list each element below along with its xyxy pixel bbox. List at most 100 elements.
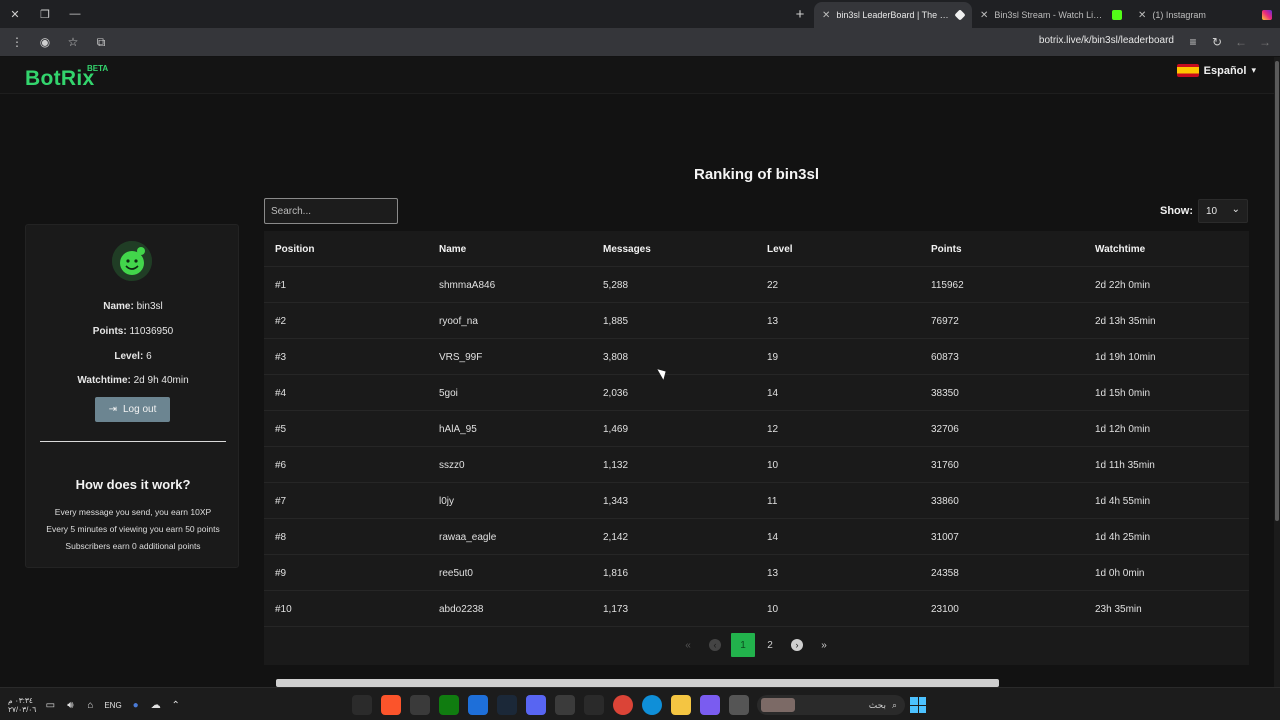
table-cell: #2	[275, 316, 287, 327]
language-label: Español	[1203, 64, 1247, 77]
table-cell: 22	[767, 280, 779, 291]
column-header[interactable]: Name	[439, 244, 466, 255]
bookmark-star-icon[interactable]: ☆	[64, 33, 82, 51]
table-cell: 19	[767, 352, 779, 363]
tab-title: bin3sl LeaderBoard | The best C	[836, 10, 950, 20]
site-header: BotRix BETA Español ▾	[0, 57, 1274, 94]
tab-close-icon[interactable]: ✕	[822, 10, 830, 21]
leaderboard-table: Position Name Messages Level Points Watc…	[264, 231, 1249, 665]
table-cell: 10	[767, 604, 779, 615]
show-count-select[interactable]: 10 ⌄	[1198, 199, 1248, 223]
file-explorer-icon[interactable]	[671, 695, 691, 715]
page-scrollbar[interactable]	[1274, 57, 1280, 687]
table-cell: 1d 0h 0min	[1095, 568, 1145, 579]
table-cell: 1d 19h 10min	[1095, 352, 1156, 363]
botrix-favicon-icon	[954, 9, 966, 21]
restore-window-icon[interactable]: ❐	[30, 0, 60, 28]
app-installer-icon[interactable]	[468, 695, 488, 715]
table-cell: #6	[275, 460, 287, 471]
store-icon[interactable]	[555, 695, 575, 715]
table-cell: ree5ut0	[439, 568, 473, 579]
epic-games-icon[interactable]	[584, 695, 604, 715]
scrollbar-thumb[interactable]	[1275, 61, 1279, 521]
taskbar-search[interactable]: بحث ⌕	[757, 695, 905, 715]
cloud-icon[interactable]: ☁	[150, 699, 162, 711]
new-tab-button[interactable]: +	[786, 0, 814, 28]
table-cell: 23h 35min	[1095, 604, 1142, 615]
steelseries-icon[interactable]	[352, 695, 372, 715]
ranking-title: Ranking of bin3sl	[693, 166, 819, 183]
language-selector[interactable]: Español ▾	[1176, 64, 1256, 77]
botrix-logo[interactable]: BotRix	[25, 67, 94, 91]
search-input[interactable]	[264, 198, 398, 224]
back-icon[interactable]: →	[1256, 33, 1274, 51]
site-settings-icon[interactable]: ≡	[1184, 33, 1202, 51]
volume-icon[interactable]: 🔊︎	[64, 699, 76, 711]
brave-browser-icon[interactable]	[381, 695, 401, 715]
tab-botrix-leaderboard[interactable]: ✕ bin3sl LeaderBoard | The best C	[814, 2, 972, 28]
forward-icon[interactable]: ←	[1232, 33, 1250, 51]
table-cell: 33860	[931, 496, 959, 507]
tab-close-icon[interactable]: ✕	[1138, 10, 1146, 21]
menu-dots-icon[interactable]: ⋮	[8, 33, 26, 51]
tab-kick-stream[interactable]: ✕ Bin3sl Stream - Watch Live on K	[972, 2, 1130, 28]
profile-level: Level: 6	[114, 351, 152, 362]
minimize-window-icon[interactable]: —	[60, 0, 90, 28]
tab-instagram[interactable]: ✕ (1) Instagram	[1130, 2, 1280, 28]
table-cell: 1d 12h 0min	[1095, 424, 1151, 435]
table-cell: 12	[767, 424, 779, 435]
table-row: #9 ree5ut0 1,816 13 24358 1d 0h 0min	[264, 555, 1249, 591]
column-header[interactable]: Messages	[603, 244, 651, 255]
prev-page-button[interactable]: ‹	[703, 633, 727, 657]
table-cell: 11	[767, 496, 778, 507]
first-page-icon[interactable]: «	[676, 633, 700, 657]
taskbar-clock[interactable]: ٠٣:٣٤ م ٢٧/٠٣/٠٦	[8, 696, 36, 714]
chrome-icon[interactable]	[613, 695, 633, 715]
app-icon[interactable]	[729, 695, 749, 715]
next-page-button[interactable]: ›	[785, 633, 809, 657]
table-cell: #1	[275, 280, 287, 291]
table-cell: 1,173	[603, 604, 629, 615]
table-cell: 1d 11h 35min	[1095, 460, 1155, 471]
url-text[interactable]: botrix.live/k/bin3sl/leaderboard	[1039, 35, 1174, 46]
chevron-up-icon[interactable]: ⌃	[170, 699, 182, 711]
windows-start-icon[interactable]	[910, 697, 926, 713]
table-header-row: Position Name Messages Level Points Watc…	[264, 231, 1249, 267]
tab-close-icon[interactable]: ✕	[980, 10, 988, 21]
table-cell: 1,885	[603, 316, 629, 327]
page-button-1[interactable]: 1	[731, 633, 755, 657]
table-cell: 31760	[931, 460, 959, 471]
reload-icon[interactable]: ↻	[1208, 33, 1226, 51]
table-cell: 1d 4h 25min	[1095, 532, 1151, 543]
discord-icon[interactable]	[526, 695, 546, 715]
notification-icon[interactable]: ▭	[44, 699, 56, 711]
edge-icon[interactable]	[642, 695, 662, 715]
column-header[interactable]: Level	[767, 244, 793, 255]
microphone-icon[interactable]: ●	[130, 699, 142, 711]
translate-icon[interactable]: ⧉	[92, 33, 110, 51]
input-language[interactable]: ENG	[104, 701, 121, 710]
xbox-icon[interactable]	[439, 695, 459, 715]
copilot-icon[interactable]	[700, 695, 720, 715]
windows-taskbar: ٠٣:٣٤ م ٢٧/٠٣/٠٦ ▭ 🔊︎ ⌂ ENG ● ☁ ⌃ بحث ⌕	[0, 687, 1280, 720]
clock-app-icon[interactable]	[410, 695, 430, 715]
column-header[interactable]: Position	[275, 244, 314, 255]
page-button-2[interactable]: 2	[758, 633, 782, 657]
column-header[interactable]: Points	[931, 244, 962, 255]
table-cell: 5,288	[603, 280, 629, 291]
column-header[interactable]: Watchtime	[1095, 244, 1145, 255]
network-icon[interactable]: ⌂	[84, 699, 96, 711]
last-page-icon[interactable]: »	[812, 633, 836, 657]
table-cell: 2,036	[603, 388, 629, 399]
profile-icon[interactable]: ◉	[36, 33, 54, 51]
close-window-icon[interactable]: ✕	[0, 0, 30, 28]
how-line: Every message you send, you earn 10XP	[54, 507, 212, 517]
kick-favicon-icon	[1112, 10, 1122, 20]
logout-button[interactable]: ⇥ Log out	[95, 397, 170, 422]
tab-title: Bin3sl Stream - Watch Live on K	[994, 10, 1106, 20]
beta-badge: BETA	[87, 64, 109, 73]
table-cell: 1,816	[603, 568, 629, 579]
avatar-image	[112, 241, 152, 281]
profile-watchtime: Watchtime: 2d 9h 40min	[77, 375, 189, 386]
steam-icon[interactable]	[497, 695, 517, 715]
